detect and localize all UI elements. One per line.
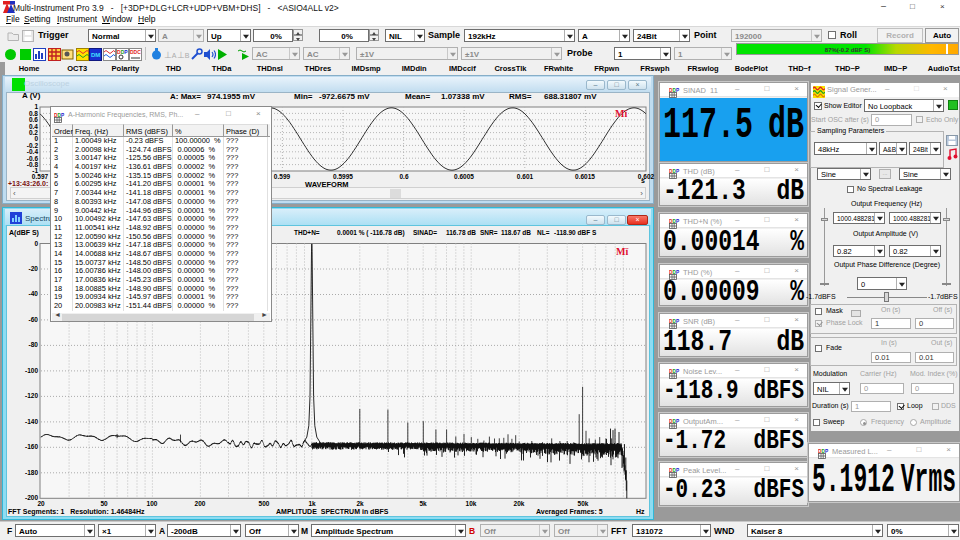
svg-text:DDP: DDP [669, 88, 680, 93]
svg-text:DDP: DDP [669, 319, 680, 324]
svg-text:DDP: DDP [669, 169, 680, 174]
svg-text:DDP: DDP [54, 113, 65, 118]
svg-text:DDP: DDP [669, 270, 680, 275]
svg-text:DDP: DDP [669, 369, 680, 374]
svg-text:DDP: DDP [669, 419, 680, 424]
svg-text:DDP: DDP [818, 449, 829, 454]
svg-text:DDP: DDP [669, 468, 680, 473]
svg-text:DDP: DDP [669, 219, 680, 224]
